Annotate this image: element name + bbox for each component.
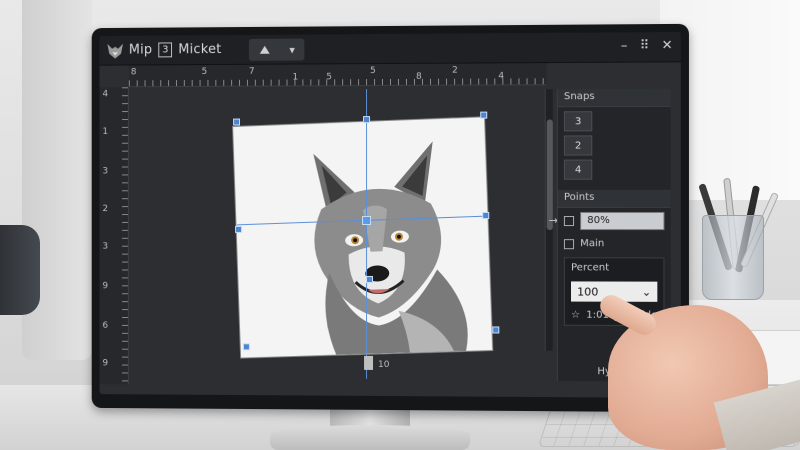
close-icon[interactable]: ✕ — [662, 38, 673, 53]
ruler-label: 5 — [202, 67, 208, 77]
triangle-icon — [258, 45, 270, 55]
ruler-top[interactable]: 8 5 7 1 5 5 8 2 4 — [129, 63, 547, 87]
ruler-label: 5 — [326, 72, 332, 82]
transform-handle-bottom-left[interactable] — [243, 343, 250, 350]
office-chair — [0, 225, 40, 315]
ruler-label: 6 — [102, 321, 108, 331]
wolf-illustration[interactable] — [233, 117, 492, 357]
app-title-badge: 3 — [158, 42, 172, 57]
pen-cup — [702, 215, 764, 300]
transform-handle-top-left[interactable] — [233, 119, 240, 126]
app-window: Mip 3 Micket ▾ – ⠿ ✕ 8 5 7 1 5 5 8 2 4 4… — [100, 32, 681, 398]
points-input[interactable]: 80% — [580, 212, 664, 230]
ruler-label: 2 — [102, 204, 108, 214]
document-tab[interactable]: ▾ — [249, 39, 304, 61]
star-icon: ☆ — [571, 310, 580, 321]
ruler-label: 9 — [102, 281, 108, 291]
percent-value: 100 — [577, 285, 598, 298]
app-title-word: Micket — [178, 42, 221, 57]
mode-label: Main — [580, 238, 604, 249]
ruler-label: 7 — [249, 67, 255, 77]
ruler-left[interactable]: 4 1 3 2 3 9 6 9 — [100, 87, 129, 384]
points-row: 80% — [558, 208, 671, 234]
snap-button-2[interactable]: 2 — [564, 135, 592, 155]
percent-header-label: Percent — [571, 262, 609, 273]
transform-handle-center[interactable] — [362, 216, 371, 225]
snaps-header: Snaps — [558, 89, 671, 108]
transform-handle-mid-right[interactable] — [482, 212, 489, 219]
snap-button-3[interactable]: 3 — [564, 111, 592, 131]
ruler-label: 3 — [102, 167, 108, 177]
ruler-marker[interactable] — [364, 356, 373, 370]
grid-icon[interactable]: ⠿ — [640, 38, 650, 53]
window-controls: – ⠿ ✕ — [621, 38, 673, 53]
artboard[interactable] — [233, 117, 492, 357]
ruler-label: 5 — [370, 66, 376, 76]
ruler-label: 4 — [102, 89, 108, 99]
chevron-down-icon[interactable]: ▾ — [289, 43, 294, 56]
transform-handle-top-center[interactable] — [363, 116, 370, 123]
ruler-label: 3 — [102, 242, 108, 252]
transform-handle-top-right[interactable] — [480, 112, 487, 119]
ruler-label: 2 — [452, 66, 458, 76]
title-bar: Mip 3 Micket ▾ – ⠿ ✕ — [100, 32, 681, 66]
ruler-label: 8 — [131, 67, 137, 77]
wolf-logo-icon — [105, 41, 125, 61]
document-icon — [564, 239, 574, 249]
snap-button-4[interactable]: 4 — [564, 160, 592, 180]
layers-icon — [564, 216, 574, 226]
ruler-label: 1 — [102, 127, 108, 137]
mode-row[interactable]: Main — [558, 234, 671, 253]
ruler-label: 1 — [292, 72, 298, 82]
minimize-icon[interactable]: – — [621, 38, 628, 53]
transform-handle-mid-left[interactable] — [235, 226, 242, 233]
chevron-down-icon: ⌄ — [642, 285, 651, 298]
vertical-guide[interactable] — [366, 89, 367, 379]
monitor: Mip 3 Micket ▾ – ⠿ ✕ 8 5 7 1 5 5 8 2 4 4… — [92, 24, 689, 412]
ruler-label: 8 — [416, 72, 422, 82]
ruler-label: 9 — [102, 358, 108, 368]
transform-handle-bottom-center[interactable] — [366, 276, 373, 283]
transform-handle-bottom-right[interactable] — [492, 326, 499, 333]
canvas-bottom-label: 10 — [378, 360, 389, 370]
percent-header: Percent — [565, 258, 664, 277]
ruler-label: 4 — [498, 71, 504, 81]
monitor-stand-base — [270, 425, 470, 450]
app-title-word: Mip — [129, 43, 153, 58]
points-header: Points — [558, 190, 671, 208]
